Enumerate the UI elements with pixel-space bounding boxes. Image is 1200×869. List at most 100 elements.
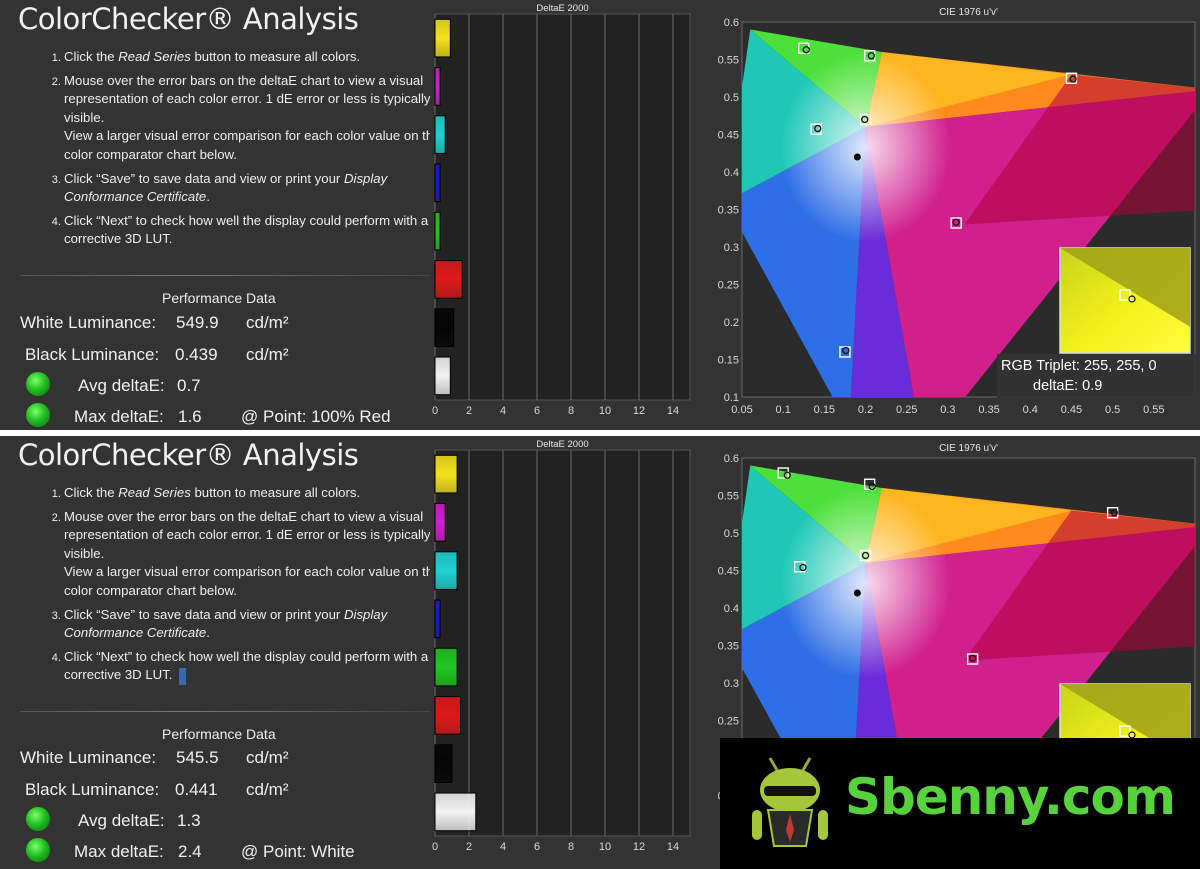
step-text: Mouse over the error bars on the deltaE … <box>64 508 453 561</box>
x-tick-label: 0.2 <box>858 404 873 416</box>
step-text: Click the <box>64 485 119 500</box>
step-text: Mouse over the error bars on the deltaE … <box>64 72 453 125</box>
y-tick-label: 0.25 <box>718 716 739 728</box>
status-indicator-icon <box>26 807 50 831</box>
y-tick-label: 0.3 <box>724 242 739 254</box>
read-series-link[interactable]: Read Series <box>118 49 191 64</box>
y-tick-label: 0.3 <box>724 678 739 690</box>
divider <box>20 711 430 712</box>
black-luminance-unit: cd/m² <box>246 780 289 799</box>
x-tick-label: 14 <box>667 405 679 417</box>
black-luminance-label: Black Luminance: <box>25 780 160 799</box>
instruction-step: Click “Next” to check how well the displ… <box>64 212 459 249</box>
deltae-bar-chart: DeltaE 2000 0 2 4 6 8 10 12 14 <box>430 436 702 866</box>
max-deltae-value: 2.4 <box>178 842 202 861</box>
x-tick-label: 0 <box>432 405 438 417</box>
status-indicator-icon <box>26 838 50 862</box>
avg-deltae-label: Avg deltaE: <box>78 811 165 830</box>
step-text: Click “Next” to check how well the displ… <box>64 648 429 683</box>
bar-black <box>434 308 455 347</box>
x-tick-label: 2 <box>466 405 472 417</box>
chart-title: DeltaE 2000 <box>536 3 588 14</box>
x-tick-label: 0.45 <box>1061 404 1082 416</box>
white-point-marker <box>853 153 861 161</box>
x-tick-label: 4 <box>500 841 506 853</box>
chart-title: DeltaE 2000 <box>536 439 588 450</box>
y-tick-label: 0.5 <box>724 528 739 540</box>
white-luminance-label: White Luminance: <box>20 313 157 332</box>
deltae-bar-chart-svg: DeltaE 2000 0 2 4 6 8 10 12 14 <box>430 0 702 430</box>
instruction-step: Mouse over the error bars on the deltaE … <box>64 72 459 165</box>
x-tick-label: 8 <box>568 841 574 853</box>
step-text: View a larger visual error comparison fo… <box>64 564 441 598</box>
bar-magenta <box>434 503 446 542</box>
y-tick-label: 0.6 <box>724 17 739 29</box>
watermark-banner: Sbenny.com <box>720 738 1200 869</box>
watermark-text: Sbenny.com <box>845 768 1176 826</box>
x-tick-label: 8 <box>568 405 574 417</box>
status-indicator-icon <box>26 403 50 427</box>
page-title: ColorChecker® Analysis <box>18 438 359 472</box>
bar-red <box>434 260 463 299</box>
x-tick-label: 0.25 <box>896 404 917 416</box>
plot-area <box>434 449 691 837</box>
step-text: View a larger visual error comparison fo… <box>64 128 441 162</box>
white-glow <box>780 52 951 242</box>
instruction-step: Click “Save” to save data and view or pr… <box>64 170 459 207</box>
instruction-step: Click “Save” to save data and view or pr… <box>64 606 459 643</box>
max-deltae-point: @ Point: 100% Red <box>241 407 391 426</box>
step-text: Click “Save” to save data and view or pr… <box>64 170 344 186</box>
deltae-bar-chart-svg: DeltaE 2000 0 2 4 6 8 10 12 14 <box>430 436 702 866</box>
deltae-bar-chart: DeltaE 2000 0 2 4 6 8 10 12 14 <box>430 0 702 430</box>
y-tick-label: 0.45 <box>718 566 739 578</box>
cie-chart: CIE 1976 u'v'0.050.10.150.20.250.30.350.… <box>712 0 1197 425</box>
y-tick-label: 0.15 <box>718 355 739 367</box>
bar-yellow <box>434 18 451 58</box>
y-tick-label: 0.45 <box>718 130 739 142</box>
bar-cyan <box>434 115 446 154</box>
x-tick-label: 0.3 <box>940 404 955 416</box>
avg-deltae-value: 1.3 <box>177 811 201 830</box>
step-text: Click “Next” to check how well the displ… <box>64 212 429 247</box>
x-tick-label: 0.15 <box>814 404 835 416</box>
plot-area <box>434 13 691 401</box>
bar-black <box>434 744 453 783</box>
max-deltae-point: @ Point: White <box>241 842 355 861</box>
bar-green <box>434 647 458 687</box>
x-tick-label: 0.35 <box>978 404 999 416</box>
white-luminance-label: White Luminance: <box>20 748 157 767</box>
instruction-list: Click the Read Series button to measure … <box>38 48 459 254</box>
rgb-triplet-text: RGB Triplet: 255, 255, 0 <box>1001 358 1157 374</box>
black-luminance-value: 0.439 <box>175 345 218 364</box>
bar-cyan <box>434 551 458 590</box>
y-tick-label: 0.5 <box>724 92 739 104</box>
y-tick-label: 0.4 <box>724 603 739 615</box>
divider <box>20 275 430 276</box>
read-series-link[interactable]: Read Series <box>118 485 191 500</box>
y-tick-label: 0.35 <box>718 641 739 653</box>
instruction-step: Click “Next” to check how well the displ… <box>64 648 459 685</box>
x-tick-label: 6 <box>534 405 540 417</box>
avg-deltae-value: 0.7 <box>177 376 201 395</box>
chart-title: CIE 1976 u'v' <box>939 7 998 18</box>
y-tick-label: 0.55 <box>718 491 739 503</box>
page-title: ColorChecker® Analysis <box>18 2 359 36</box>
x-tick-label: 0.55 <box>1143 404 1164 416</box>
instruction-list: Click the Read Series button to measure … <box>38 484 459 690</box>
instruction-step: Mouse over the error bars on the deltaE … <box>64 508 459 601</box>
x-tick-label: 12 <box>633 841 645 853</box>
x-tick-label: 0.5 <box>1105 404 1120 416</box>
x-tick-label: 0.05 <box>731 404 752 416</box>
y-tick-label: 0.6 <box>724 453 739 465</box>
instruction-step: Click the Read Series button to measure … <box>64 48 459 67</box>
x-tick-label: 0 <box>432 841 438 853</box>
android-mascot-icon <box>752 757 828 847</box>
black-luminance-label: Black Luminance: <box>25 345 160 364</box>
white-glow <box>780 488 951 678</box>
bar-white <box>434 356 451 396</box>
step-text: Click “Save” to save data and view or pr… <box>64 606 344 622</box>
white-luminance-value: 545.5 <box>176 748 219 767</box>
status-indicator-icon <box>26 372 50 396</box>
black-luminance-unit: cd/m² <box>246 345 289 364</box>
avg-deltae-label: Avg deltaE: <box>78 376 165 395</box>
